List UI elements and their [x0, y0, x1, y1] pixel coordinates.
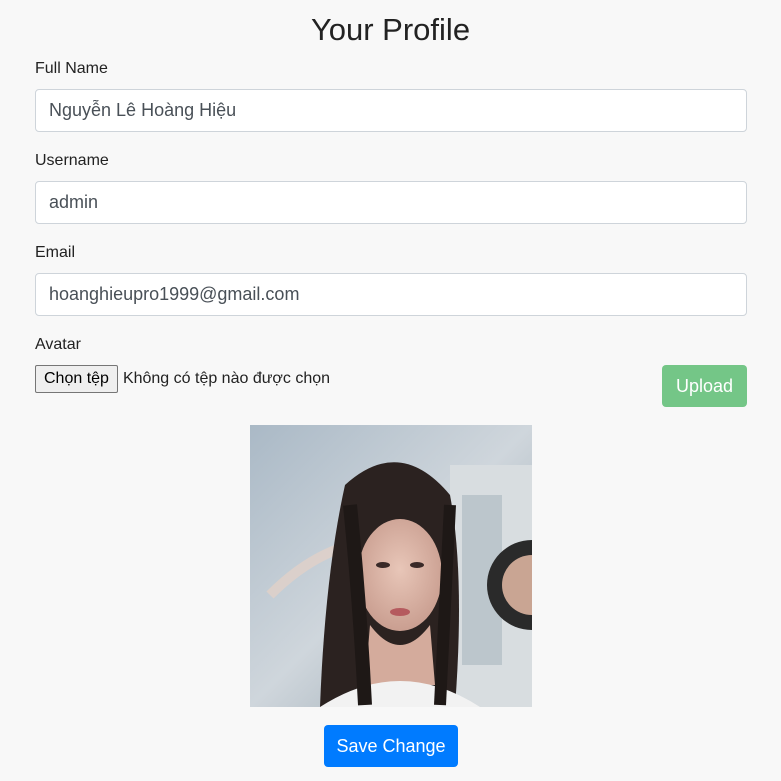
email-input[interactable] [35, 273, 747, 316]
avatar-image [250, 425, 532, 707]
avatar-label: Avatar [35, 336, 81, 353]
username-input[interactable] [35, 181, 747, 224]
choose-file-button[interactable]: Chọn tệp [35, 365, 118, 393]
email-label: Email [35, 244, 76, 261]
page-title: Your Profile [310, 12, 471, 47]
full-name-input[interactable] [35, 89, 747, 132]
save-change-button[interactable]: Save Change [324, 725, 458, 767]
file-picker: Chọn tệp Không có tệp nào được chọn [35, 365, 330, 393]
full-name-label: Full Name [35, 60, 108, 77]
upload-button[interactable]: Upload [662, 365, 747, 407]
file-status-text: Không có tệp nào được chọn [122, 370, 331, 387]
username-label: Username [35, 152, 109, 169]
avatar-photo [250, 425, 532, 707]
